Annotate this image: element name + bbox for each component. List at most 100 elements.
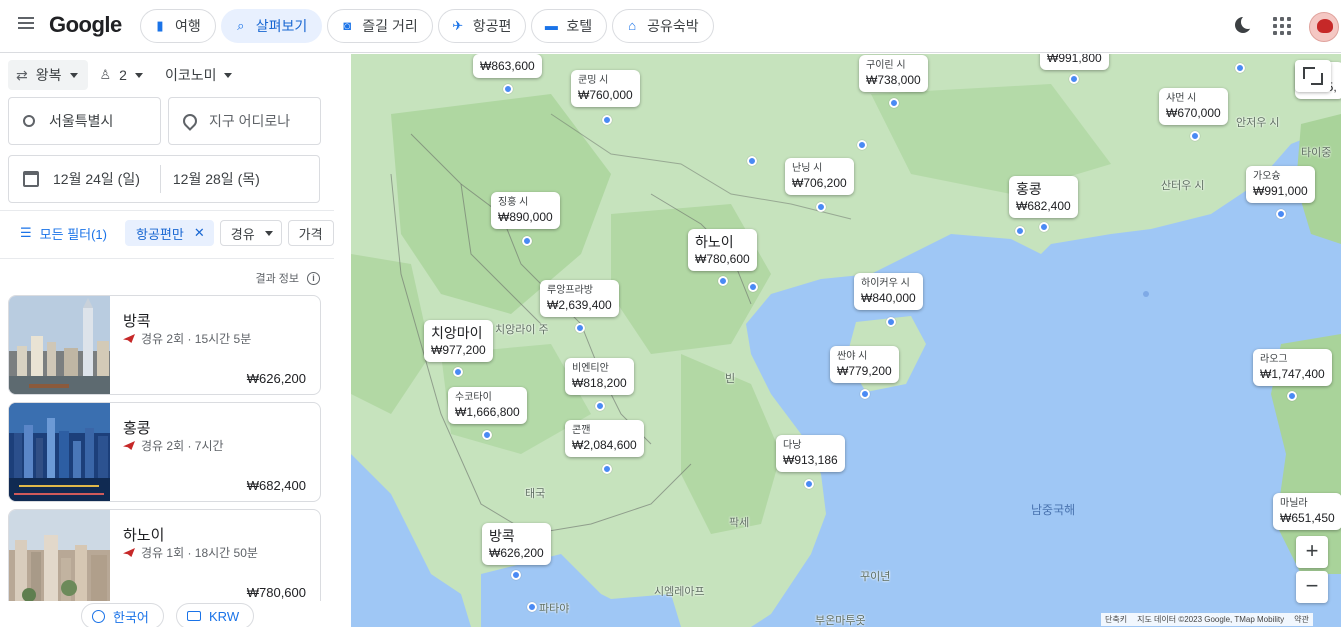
tab-travel[interactable]: ▮ 여행 bbox=[140, 9, 216, 43]
account-avatar[interactable] bbox=[1309, 12, 1339, 42]
price-label-nanning[interactable]: 난닝 시 ₩706,200 bbox=[785, 158, 854, 195]
stops-chip[interactable]: 경유 bbox=[219, 220, 282, 246]
map-label: 부온마투옷 bbox=[815, 615, 866, 627]
result-city: 방콕 bbox=[123, 313, 151, 330]
price-label-chiang-mai[interactable]: 치앙마이 ₩977,200 bbox=[424, 320, 493, 362]
destination-pin[interactable] bbox=[889, 98, 899, 108]
price-label-sukhothai[interactable]: 수코타이 ₩1,666,800 bbox=[448, 387, 527, 424]
tab-vacation-rentals[interactable]: ⌂ 공유숙박 bbox=[612, 9, 714, 43]
tab-things-to-do[interactable]: ◙ 즐길 거리 bbox=[327, 9, 433, 43]
price-label-laoag[interactable]: 라오그 ₩1,747,400 bbox=[1253, 349, 1332, 386]
date-divider bbox=[159, 165, 161, 193]
destination-pin[interactable] bbox=[1069, 74, 1079, 84]
price-label-sanya[interactable]: 싼야 시 ₩779,200 bbox=[830, 346, 899, 383]
destination-pin[interactable] bbox=[482, 430, 492, 440]
destination-pin[interactable] bbox=[1015, 226, 1025, 236]
price-label-hong-kong[interactable]: 홍콩 ₩682,400 bbox=[1009, 176, 1078, 218]
price-label-jinghong[interactable]: 징훙 시 ₩890,000 bbox=[491, 192, 560, 229]
language-button[interactable]: 한국어 bbox=[81, 603, 164, 627]
destination-pin[interactable] bbox=[575, 323, 585, 333]
top-app-bar: Google ▮ 여행 ⌕ 살펴보기 ◙ 즐길 거리 ✈ 항공편 ▬ 호텔 ⌂ 공유숙박 bbox=[0, 0, 1341, 53]
destination-pin[interactable] bbox=[602, 115, 612, 125]
destination-pin[interactable] bbox=[747, 156, 757, 166]
airline-logo-icon bbox=[123, 441, 135, 450]
currency-button[interactable]: KRW bbox=[176, 603, 255, 627]
map-label: 시엠레아프 bbox=[654, 586, 705, 598]
destination-field[interactable]: 지구 어디로나 bbox=[168, 97, 321, 145]
destination-pin[interactable] bbox=[1287, 391, 1297, 401]
price-label-manila[interactable]: 마닐라 ₩651,450 bbox=[1273, 493, 1341, 530]
result-card-hong-kong[interactable]: 홍콩 경유 2회 · 7시간 ₩682,400 bbox=[8, 402, 321, 502]
explore-map[interactable]: 치앙라이 주 태국 빈 팍세 산터우 시 타이중 남중국해 꾸이년 시엠레아프 … bbox=[351, 54, 1341, 627]
destination-pin[interactable] bbox=[602, 464, 612, 474]
close-icon[interactable]: ✕ bbox=[194, 225, 205, 241]
nav-tabs: ▮ 여행 ⌕ 살펴보기 ◙ 즐길 거리 ✈ 항공편 ▬ 호텔 ⌂ 공유숙박 bbox=[140, 9, 714, 43]
destination-pin[interactable] bbox=[511, 570, 521, 580]
dark-mode-icon[interactable] bbox=[1235, 15, 1255, 33]
filter-bar: ☰ 모든 필터(1) 항공편만 ✕ 경유 가격 bbox=[8, 220, 334, 246]
price-label-da-nang[interactable]: 다낭 ₩913,186 bbox=[776, 435, 845, 472]
destination-pin[interactable] bbox=[595, 401, 605, 411]
keyboard-shortcuts-link[interactable]: 단축키 bbox=[1105, 614, 1127, 625]
terms-link[interactable]: 약관 bbox=[1294, 614, 1309, 625]
zoom-out-button[interactable]: − bbox=[1296, 571, 1328, 603]
destination-pin[interactable] bbox=[748, 282, 758, 292]
apps-grid-icon[interactable] bbox=[1273, 17, 1291, 35]
destination-pin[interactable] bbox=[860, 389, 870, 399]
divider bbox=[0, 258, 334, 259]
tab-explore[interactable]: ⌕ 살펴보기 bbox=[220, 9, 323, 43]
price-label-kunming[interactable]: 쿤밍 시 ₩760,000 bbox=[571, 70, 640, 107]
destination-pin[interactable] bbox=[804, 479, 814, 489]
trip-type-select[interactable]: ⇄ 왕복 bbox=[8, 60, 88, 90]
destination-pin[interactable] bbox=[718, 276, 728, 286]
result-city: 홍콩 bbox=[123, 420, 151, 437]
menu-icon[interactable] bbox=[14, 14, 38, 38]
destination-pin[interactable] bbox=[527, 602, 537, 612]
origin-field[interactable]: 서울특별시 bbox=[8, 97, 161, 145]
tab-flights[interactable]: ✈ 항공편 bbox=[437, 9, 527, 43]
price-label-bangkok[interactable]: 방콕 ₩626,200 bbox=[482, 523, 551, 565]
price-label-khon-kaen[interactable]: 콘깬 ₩2,084,600 bbox=[565, 420, 644, 457]
all-filters-button[interactable]: ☰ 모든 필터(1) bbox=[8, 220, 119, 246]
google-logo[interactable]: Google bbox=[49, 12, 122, 38]
price-label-unnamed-north[interactable]: ₩863,600 bbox=[473, 54, 542, 78]
result-card-hanoi[interactable]: 하노이 경유 1회 · 18시간 50분 ₩780,600 bbox=[8, 509, 321, 609]
price-label-luang-prabang[interactable]: 루앙프라방 ₩2,639,400 bbox=[540, 280, 619, 317]
cabin-class-select[interactable]: 이코노미 bbox=[157, 60, 243, 90]
price-label-xiamen[interactable]: 샤먼 시 ₩670,000 bbox=[1159, 88, 1228, 125]
info-icon[interactable]: i bbox=[307, 271, 320, 285]
destination-pin[interactable] bbox=[522, 236, 532, 246]
map-label: 파타야 bbox=[539, 603, 570, 615]
person-icon: ♙ bbox=[99, 67, 112, 82]
return-date[interactable]: 12월 28일 (목) bbox=[173, 169, 260, 189]
destination-pin[interactable] bbox=[1190, 131, 1200, 141]
price-chip[interactable]: 가격 bbox=[287, 220, 334, 246]
price-label-hanoi[interactable]: 하노이 ₩780,600 bbox=[688, 229, 757, 271]
price-label-vientiane[interactable]: 비엔티안 ₩818,200 bbox=[565, 358, 634, 395]
destination-pin[interactable] bbox=[1276, 209, 1286, 219]
fullscreen-icon[interactable] bbox=[1295, 60, 1331, 92]
price-label-unnamed-northeast[interactable]: ₩991,800 bbox=[1040, 54, 1109, 70]
destination-pin[interactable] bbox=[1039, 222, 1049, 232]
destination-pin[interactable] bbox=[857, 140, 867, 150]
result-card-bangkok[interactable]: 방콕 경유 2회 · 15시간 5분 ₩626,200 bbox=[8, 295, 321, 395]
date-range-field[interactable]: 12월 24일 (일) 12월 28일 (목) bbox=[8, 155, 320, 203]
destination-pin[interactable] bbox=[1235, 63, 1245, 73]
chevron-down-icon bbox=[224, 72, 233, 78]
depart-date[interactable]: 12월 24일 (일) bbox=[53, 169, 140, 189]
price-label-guilin[interactable]: 구이린 시 ₩738,000 bbox=[859, 55, 928, 92]
map-label: 치앙라이 주 bbox=[495, 324, 549, 336]
tab-hotels[interactable]: ▬ 호텔 bbox=[531, 9, 608, 43]
passenger-select[interactable]: ♙ 2 bbox=[92, 60, 153, 90]
price-label-haikou[interactable]: 하이커우 시 ₩840,000 bbox=[854, 273, 923, 310]
destination-pin[interactable] bbox=[816, 202, 826, 212]
price-label-kaohsiung[interactable]: 가오슝 ₩991,000 bbox=[1246, 166, 1315, 203]
zoom-in-button[interactable]: + bbox=[1296, 536, 1328, 568]
destination-pin[interactable] bbox=[886, 317, 896, 327]
destination-pin[interactable] bbox=[503, 84, 513, 94]
trip-options: ⇄ 왕복 ♙ 2 이코노미 bbox=[8, 60, 242, 90]
divider bbox=[0, 210, 334, 211]
result-meta: 경유 2회 · 15시간 5분 bbox=[123, 330, 251, 347]
destination-pin[interactable] bbox=[453, 367, 463, 377]
flights-only-chip[interactable]: 항공편만 ✕ bbox=[125, 220, 214, 246]
